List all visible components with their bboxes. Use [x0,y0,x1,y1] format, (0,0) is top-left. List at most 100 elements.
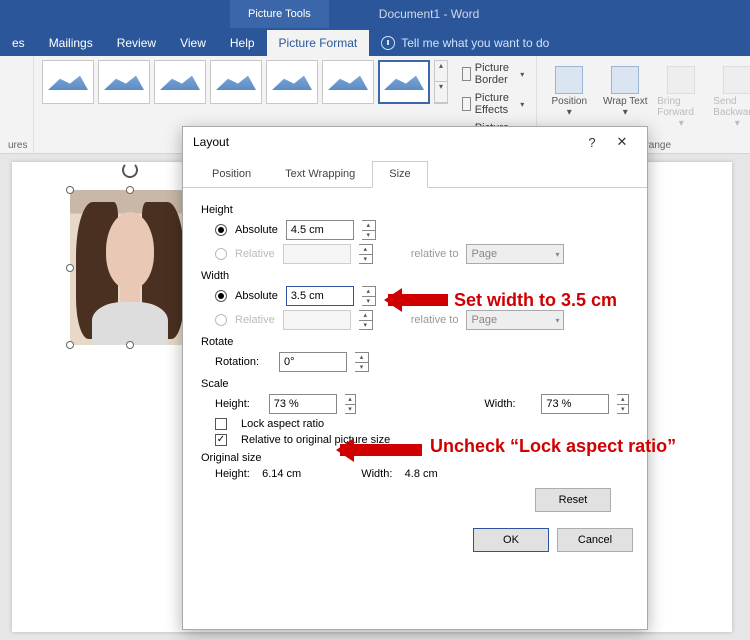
width-absolute-radio[interactable] [215,290,227,302]
document-title: Document1 - Word [379,7,479,21]
contextual-tab-label: Picture Tools [230,0,329,28]
chevron-down-icon: ▾ [555,250,559,259]
forward-icon [667,66,695,94]
scale-width-input[interactable] [541,394,609,414]
position-icon [555,66,583,94]
relative-to-label: relative to [411,248,459,260]
rotation-spinner[interactable]: ▴▾ [355,352,369,372]
rotation-label: Rotation: [215,356,271,368]
relative-label: Relative [235,248,275,260]
backward-icon [723,66,750,94]
height-absolute-radio[interactable] [215,224,227,236]
chevron-down-icon: ▾ [520,100,524,109]
lock-aspect-label: Lock aspect ratio [241,418,324,430]
width-relative-input [283,310,351,330]
height-absolute-input[interactable] [286,220,354,240]
chevron-down-icon: ▾ [520,70,524,79]
scale-height-label: Height: [215,398,261,410]
width-absolute-input[interactable] [286,286,354,306]
send-backward-button: Send Backward▾ [713,66,750,129]
tell-me-search[interactable]: Tell me what you want to do [369,30,561,56]
annotation-arrow [388,294,448,306]
resize-handle[interactable] [126,341,134,349]
height-spinner[interactable]: ▴▾ [362,220,376,240]
spinner-disabled: ▴▾ [359,310,373,330]
style-thumb-selected[interactable] [378,60,430,104]
section-scale: Scale [201,378,629,390]
layout-dialog: Layout ? ✕ Position Text Wrapping Size H… [182,126,648,630]
section-rotate: Rotate [201,336,629,348]
scale-height-input[interactable] [269,394,337,414]
cancel-button[interactable]: Cancel [557,528,633,552]
annotation-text: Set width to 3.5 cm [454,290,617,312]
scale-width-spinner[interactable]: ▴▾ [617,394,629,414]
width-relative-combo: Page▾ [466,310,564,330]
tab-mailings[interactable]: Mailings [37,30,105,56]
style-thumb[interactable] [42,60,94,104]
orig-height-label: Height: [215,468,250,480]
quick-styles-partial[interactable] [8,60,25,120]
dialog-tabs: Position Text Wrapping Size [183,161,647,188]
spinner-disabled: ▴▾ [359,244,373,264]
height-relative-input [283,244,351,264]
style-thumb[interactable] [266,60,318,104]
style-thumb[interactable] [98,60,150,104]
orig-width-value: 4.8 cm [405,468,438,480]
rotate-handle[interactable] [122,162,138,178]
lightbulb-icon [381,36,395,50]
tab-view[interactable]: View [168,30,218,56]
tab-review[interactable]: Review [105,30,168,56]
picture-effects-button[interactable]: Picture Effects▾ [458,90,528,118]
height-relative-radio [215,248,227,260]
dialog-title: Layout [193,135,229,149]
position-button[interactable]: Position▾ [545,66,593,129]
tab-position[interactable]: Position [195,161,268,187]
height-relative-combo: Page▾ [466,244,564,264]
annotation-text: Uncheck “Lock aspect ratio” [430,436,690,458]
scale-width-label: Width: [484,398,533,410]
annotation-arrow [340,444,422,456]
lock-aspect-checkbox[interactable] [215,418,227,430]
tab-size[interactable]: Size [372,161,427,188]
wrap-icon [611,66,639,94]
selected-picture[interactable] [70,190,190,345]
resize-handle[interactable] [126,186,134,194]
width-relative-radio [215,314,227,326]
resize-handle[interactable] [66,341,74,349]
rotation-input[interactable] [279,352,347,372]
ok-button[interactable]: OK [473,528,549,552]
picture-styles-gallery[interactable]: ▴▾ [42,60,448,104]
absolute-label: Absolute [235,224,278,236]
orig-width-label: Width: [361,468,392,480]
group-label-ures: ures [8,138,25,151]
chevron-down-icon: ▾ [555,316,559,325]
reset-button[interactable]: Reset [535,488,611,512]
styles-more-button[interactable]: ▴▾ [434,60,448,104]
picture-content [70,190,190,345]
absolute-label: Absolute [235,290,278,302]
tab-partial[interactable]: es [0,30,37,56]
bring-forward-button: Bring Forward▾ [657,66,705,129]
section-height: Height [201,204,629,216]
resize-handle[interactable] [66,264,74,272]
style-thumb[interactable] [210,60,262,104]
wrap-text-button[interactable]: Wrap Text▾ [601,66,649,129]
ribbon-tabs: es Mailings Review View Help Picture For… [0,28,750,56]
tell-me-placeholder: Tell me what you want to do [401,36,549,50]
relative-label: Relative [235,314,275,326]
section-width: Width [201,270,629,282]
title-bar: Picture Tools Document1 - Word [0,0,750,28]
relative-to-label: relative to [411,314,459,326]
tab-help[interactable]: Help [218,30,267,56]
style-thumb[interactable] [154,60,206,104]
tab-text-wrapping[interactable]: Text Wrapping [268,161,372,187]
tab-picture-format[interactable]: Picture Format [267,30,370,56]
scale-height-spinner[interactable]: ▴▾ [345,394,357,414]
style-thumb[interactable] [322,60,374,104]
picture-border-button[interactable]: Picture Border▾ [458,60,528,88]
orig-height-value: 6.14 cm [262,468,301,480]
resize-handle[interactable] [66,186,74,194]
close-button[interactable]: ✕ [607,134,637,150]
relative-original-checkbox[interactable] [215,434,227,446]
help-button[interactable]: ? [577,135,607,150]
